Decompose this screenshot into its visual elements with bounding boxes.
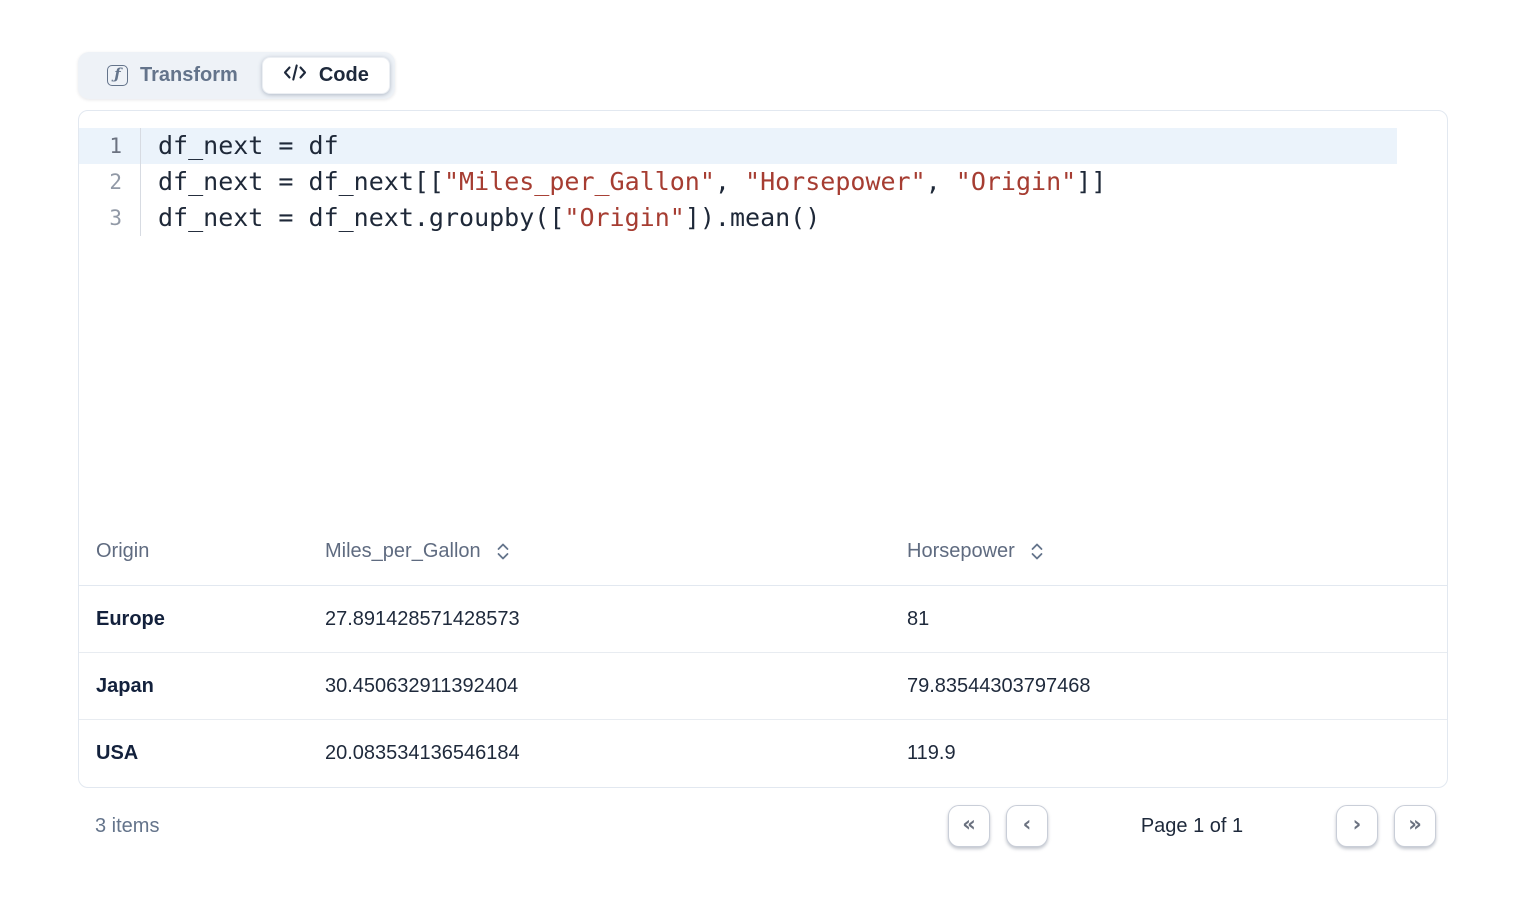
line-number: 3	[79, 200, 141, 236]
table-row: Japan 30.450632911392404 79.835443037974…	[79, 653, 1447, 720]
chevron-left-icon: ‹	[1023, 814, 1032, 835]
last-page-button[interactable]: »	[1394, 805, 1436, 847]
code-line: 2 df_next = df_next[["Miles_per_Gallon",…	[79, 164, 1447, 200]
column-header-miles-per-gallon[interactable]: Miles_per_Gallon	[308, 540, 890, 563]
cell-miles-per-gallon: 27.891428571428573	[308, 608, 890, 631]
tab-code[interactable]: Code	[262, 57, 390, 94]
code-line-content: df_next = df_next[["Miles_per_Gallon", "…	[141, 164, 1447, 200]
sort-icon[interactable]	[495, 542, 511, 561]
code-line-content: df_next = df_next.groupby(["Origin"]).me…	[141, 200, 1447, 236]
cell-panel: 1 df_next = df 2 df_next = df_next[["Mil…	[78, 110, 1448, 788]
cell-miles-per-gallon: 30.450632911392404	[308, 675, 890, 698]
first-page-button[interactable]: «	[948, 805, 990, 847]
table-footer: 3 items « ‹ Page 1 of 1 › »	[78, 805, 1448, 847]
sort-icon[interactable]	[1029, 542, 1045, 561]
view-toggle: ƒ Transform Code	[78, 52, 395, 99]
tab-transform[interactable]: ƒ Transform	[83, 57, 262, 94]
items-count: 3 items	[78, 815, 159, 838]
table-row: Europe 27.891428571428573 81	[79, 586, 1447, 653]
table-row: USA 20.083534136546184 119.9	[79, 720, 1447, 787]
next-page-button[interactable]: ›	[1336, 805, 1378, 847]
column-header-origin: Origin	[79, 540, 308, 563]
code-icon	[283, 64, 307, 87]
cell-origin: Japan	[79, 675, 308, 698]
result-table: Origin Miles_per_Gallon Horsepower	[79, 518, 1447, 787]
cell-origin: Europe	[79, 608, 308, 631]
cell-horsepower: 119.9	[890, 742, 1447, 765]
chevron-right-icon: ›	[1353, 814, 1362, 835]
line-number: 2	[79, 164, 141, 200]
function-icon: ƒ	[107, 65, 128, 86]
double-chevron-left-icon: «	[962, 814, 976, 835]
cell-miles-per-gallon: 20.083534136546184	[308, 742, 890, 765]
pagination: « ‹ Page 1 of 1 › »	[948, 805, 1448, 847]
cell-origin: USA	[79, 742, 308, 765]
transform-cell: ƒ Transform Code 1 df_next = df 2 df_ne	[78, 0, 1448, 847]
page-indicator: Page 1 of 1	[1077, 815, 1307, 838]
code-line: 3 df_next = df_next.groupby(["Origin"]).…	[79, 200, 1447, 236]
previous-page-button[interactable]: ‹	[1006, 805, 1048, 847]
code-editor[interactable]: 1 df_next = df 2 df_next = df_next[["Mil…	[79, 111, 1447, 518]
cell-horsepower: 79.83544303797468	[890, 675, 1447, 698]
line-number: 1	[79, 128, 141, 164]
code-line: 1 df_next = df	[79, 128, 1447, 164]
tab-code-label: Code	[319, 64, 369, 87]
code-line-content: df_next = df	[141, 128, 1447, 164]
table-header-row: Origin Miles_per_Gallon Horsepower	[79, 518, 1447, 586]
double-chevron-right-icon: »	[1408, 814, 1422, 835]
column-header-horsepower[interactable]: Horsepower	[890, 540, 1447, 563]
cell-horsepower: 81	[890, 608, 1447, 631]
tab-transform-label: Transform	[140, 64, 238, 87]
